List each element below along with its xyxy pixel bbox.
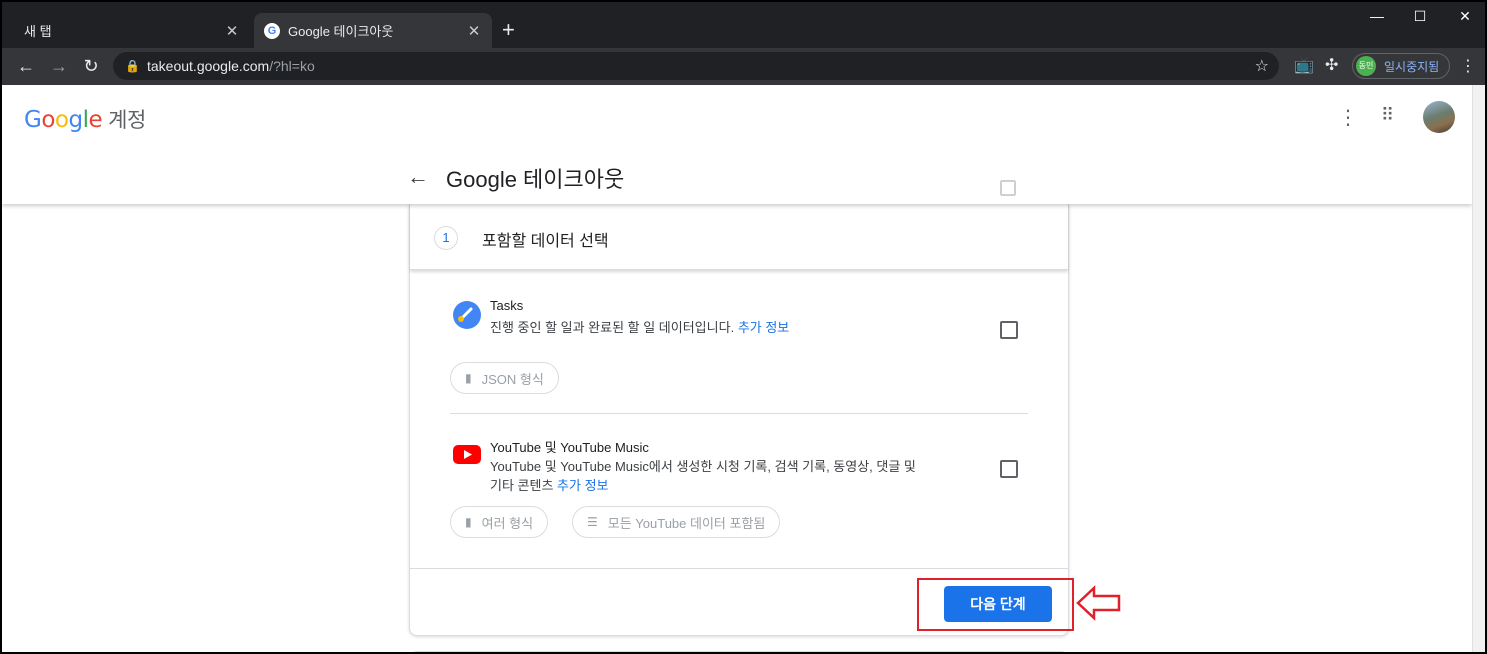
step-number: 1 [434, 226, 458, 250]
tab-label: 새 탭 [24, 24, 52, 39]
back-arrow-icon[interactable]: ← [407, 164, 429, 190]
product-name: YouTube 및 YouTube Music [490, 440, 649, 455]
chip-label: 여러 형식 [481, 515, 534, 531]
browser-menu-icon[interactable]: ⋮ [1460, 56, 1476, 76]
product-name: Tasks [490, 298, 524, 313]
browser-tab-strip: 새 탭 ✕ G Google 테이크아웃 ✕ + — ☐ ✕ [2, 2, 1485, 48]
learn-more-link[interactable]: 추가 정보 [557, 478, 608, 493]
google-logo[interactable]: Google 계정 [24, 104, 146, 134]
address-bar[interactable]: 🔒 takeout.google.com/?hl=ko ☆ [113, 52, 1279, 80]
item-divider [450, 413, 1028, 414]
maximize-icon[interactable]: ☐ [1400, 8, 1440, 25]
extensions-puzzle-icon[interactable]: ✣ [1325, 55, 1338, 75]
learn-more-link[interactable]: 추가 정보 [738, 320, 789, 335]
content-chip[interactable]: ☰ 모든 YouTube 데이터 포함됨 [572, 506, 781, 538]
apps-grid-icon[interactable]: ⠿ [1381, 105, 1394, 126]
screen-frame: 새 탭 ✕ G Google 테이크아웃 ✕ + — ☐ ✕ ← → ↻ 🔒 t… [0, 0, 1487, 654]
url-text: takeout.google.com/?hl=ko [147, 58, 315, 74]
forward-icon[interactable]: → [47, 54, 71, 78]
reload-icon[interactable]: ↻ [79, 54, 103, 78]
tab-google-takeout[interactable]: G Google 테이크아웃 ✕ [254, 13, 492, 48]
product-description: 진행 중인 할 일과 완료된 할 일 데이터입니다. 추가 정보 [490, 320, 790, 335]
close-icon[interactable]: ✕ [462, 22, 486, 40]
tv-extension-icon[interactable]: 📺 [1294, 55, 1314, 75]
scrolled-checkbox-ghost [1000, 180, 1016, 196]
tab-new-tab[interactable]: 새 탭 ✕ [10, 13, 250, 48]
logo-suffix: 계정 [108, 108, 146, 132]
window-close-icon[interactable]: ✕ [1445, 8, 1485, 25]
file-icon: ▮ [465, 371, 472, 385]
product-item-tasks: Tasks 진행 중인 할 일과 완료된 할 일 데이터입니다. 추가 정보 ▮… [450, 294, 1028, 394]
step-title: 포함할 데이터 선택 [482, 233, 609, 250]
youtube-checkbox[interactable] [1000, 460, 1018, 478]
tasks-icon [453, 301, 481, 329]
card-footer-divider [410, 568, 1068, 569]
browser-toolbar: ← → ↻ 🔒 takeout.google.com/?hl=ko ☆ 📺 ✣ … [2, 48, 1485, 85]
list-icon: ☰ [587, 515, 598, 529]
google-favicon-icon: G [264, 22, 280, 39]
tasks-checkbox[interactable] [1000, 321, 1018, 339]
youtube-icon [453, 445, 481, 464]
close-icon[interactable]: ✕ [220, 22, 244, 40]
chip-label: JSON 형식 [481, 371, 544, 387]
tab-label: Google 테이크아웃 [288, 24, 394, 39]
format-chip[interactable]: ▮ 여러 형식 [450, 506, 549, 538]
back-icon[interactable]: ← [14, 54, 38, 78]
avatar: 동민 [1356, 56, 1376, 76]
step-header: 1 포함할 데이터 선택 [410, 204, 1068, 270]
product-description: YouTube 및 YouTube Music에서 생성한 시청 기록, 검색 … [490, 459, 916, 493]
bookmark-star-icon[interactable]: ☆ [1255, 56, 1269, 76]
chip-label: 모든 YouTube 데이터 포함됨 [607, 515, 766, 531]
minimize-icon[interactable]: — [1357, 8, 1397, 24]
profile-status: 일시중지됨 [1384, 59, 1440, 74]
new-tab-button[interactable]: + [502, 16, 515, 44]
takeout-step-card: 1 포함할 데이터 선택 Tasks 진행 중인 할 일과 완료된 할 일 데이… [409, 204, 1069, 636]
profile-button[interactable]: 동민 일시중지됨 [1352, 53, 1450, 79]
file-icon: ▮ [465, 515, 472, 529]
page-content: Google 계정 ⋮ ⠿ ← Google 테이크아웃 1 포함할 데이터 선택 [2, 85, 1472, 652]
more-options-icon[interactable]: ⋮ [1338, 105, 1358, 130]
product-item-youtube: YouTube 및 YouTube Music YouTube 및 YouTub… [450, 433, 1028, 553]
account-avatar[interactable] [1423, 101, 1455, 133]
annotation-highlight-box [917, 578, 1074, 631]
format-chip[interactable]: ▮ JSON 형식 [450, 362, 559, 394]
annotation-arrow-icon [1076, 585, 1121, 621]
scrollbar[interactable] [1472, 85, 1485, 652]
lock-icon: 🔒 [125, 59, 140, 73]
google-account-header: Google 계정 ⋮ ⠿ ← Google 테이크아웃 [2, 85, 1472, 204]
page-title: Google 테이크아웃 [446, 167, 625, 192]
